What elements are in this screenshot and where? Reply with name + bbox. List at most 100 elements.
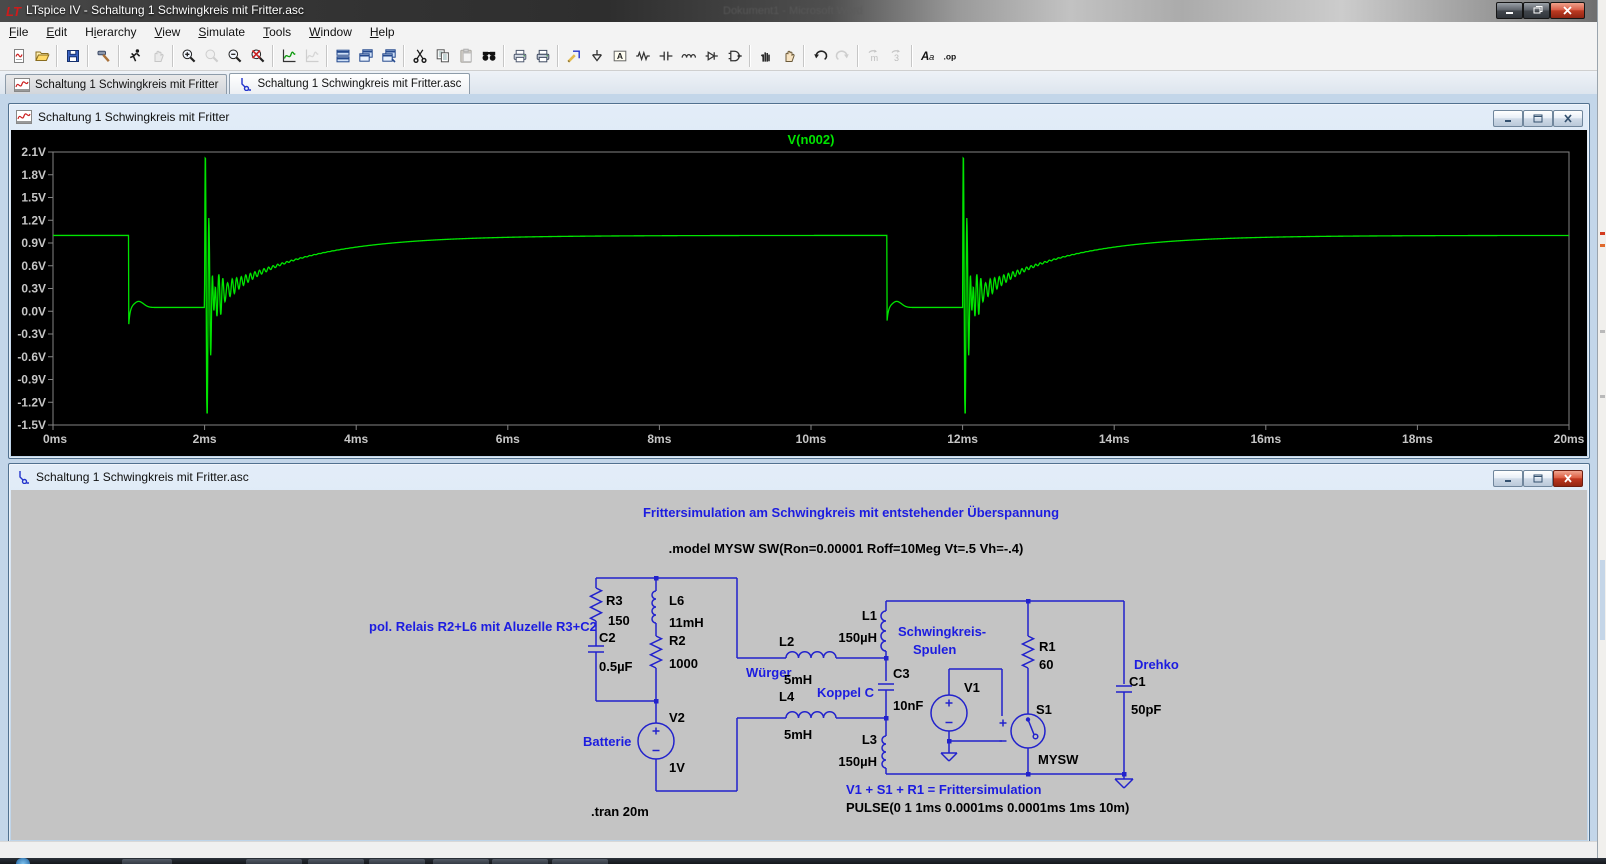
menu-view[interactable]: View [146,23,190,41]
plot-settings-icon[interactable] [300,44,323,68]
ground-icon[interactable] [585,44,608,68]
zoom-pan-icon[interactable] [200,44,223,68]
background-mark [1600,244,1605,247]
menu-edit[interactable]: Edit [37,23,76,41]
taskbar-button[interactable] [122,859,172,864]
inductor-icon[interactable] [677,44,700,68]
print-preview-icon[interactable] [508,44,531,68]
menu-help[interactable]: Help [361,23,404,41]
mark-em-icon[interactable]: m [862,44,885,68]
tab-schematic[interactable]: Schaltung 1 Schwingkreis mit Fritter.asc [229,73,470,94]
taskbar-button[interactable] [369,859,425,864]
schematic-svg: Frittersimulation am Schwingkreis mit en… [11,490,1587,840]
zoom-in-icon[interactable] [177,44,200,68]
paste-icon[interactable] [454,44,477,68]
inductor-l1[interactable] [881,611,886,651]
run-icon[interactable] [123,44,146,68]
wire-icon[interactable] [562,44,585,68]
taskbar-button[interactable] [246,859,302,864]
diode-icon[interactable] [700,44,723,68]
resistor-r3[interactable] [591,588,602,621]
mark-e3-icon[interactable]: 3 [885,44,908,68]
zoom-out-icon[interactable] [223,44,246,68]
inductor-l4[interactable] [786,712,836,718]
waveform-window-titlebar: Schaltung 1 Schwingkreis mit Fritter [9,104,1589,129]
trace-label[interactable]: V(n002) [788,132,835,147]
close-icon[interactable] [1553,470,1583,487]
toolbar-group [328,44,403,68]
undo-icon[interactable] [808,44,831,68]
move-icon[interactable] [777,44,800,68]
y-tick-label: -0.9V [17,373,46,387]
minimize-button[interactable] [1493,470,1523,487]
inductor-l2[interactable] [786,652,836,658]
trace-vn002[interactable] [53,158,1569,413]
resistor-icon[interactable] [631,44,654,68]
y-tick-label: -1.2V [17,395,46,409]
background-mark [1600,395,1605,398]
menu-file[interactable]: File [0,23,37,41]
menu-tools[interactable]: Tools [254,23,300,41]
resistor-r2[interactable] [651,636,662,668]
restore-button[interactable] [1523,2,1550,19]
redo-icon[interactable] [831,44,854,68]
menu-window[interactable]: Window [300,23,361,41]
menu-simulate[interactable]: Simulate [189,23,254,41]
minimize-button[interactable] [1493,110,1523,127]
taskbar-button[interactable] [552,859,608,864]
inductor-l6[interactable] [652,591,656,623]
tile-windows-icon[interactable] [331,44,354,68]
taskbar-button[interactable] [433,859,489,864]
cascade-windows-icon[interactable] [354,44,377,68]
maximize-button[interactable] [1523,470,1553,487]
minimize-button[interactable] [1496,2,1523,19]
halt-icon[interactable] [146,44,169,68]
inductor-l3[interactable] [882,736,886,768]
close-button[interactable] [1550,2,1585,19]
taskbar-button[interactable] [492,859,548,864]
x-tick-label: 8ms [647,432,671,446]
copy-icon[interactable] [431,44,454,68]
label-v2: V2 [669,710,685,725]
arrange-windows-icon[interactable] [377,44,400,68]
capacitor-icon[interactable] [654,44,677,68]
tab-bar: Schaltung 1 Schwingkreis mit Fritter Sch… [0,71,1597,94]
control-panel-icon[interactable] [92,44,115,68]
background-mark [1600,560,1605,640]
start-button[interactable] [16,858,30,864]
zoom-extents-icon[interactable] [246,44,269,68]
toolbar-group [805,44,857,68]
schematic-icon [238,77,252,91]
waveform-plot-area[interactable]: 2.1V1.8V1.5V1.2V0.9V0.6V0.3V0.0V-0.3V-0.… [11,130,1587,456]
model-directive: .model MYSW SW(Ron=0.00001 Roff=10Meg Vt… [669,541,1024,556]
svg-text:.op: .op [943,52,956,62]
taskbar-button[interactable] [308,859,364,864]
label-l4: L4 [779,689,795,704]
autorange-y-icon[interactable] [277,44,300,68]
schematic-canvas[interactable]: Frittersimulation am Schwingkreis mit en… [11,490,1587,840]
windows-taskbar[interactable] [0,858,1606,864]
svg-text:a: a [929,52,934,63]
maximize-button[interactable] [1523,110,1553,127]
spice-directive-icon[interactable]: .op [939,44,962,68]
drag-icon[interactable] [754,44,777,68]
close-icon[interactable] [1553,110,1583,127]
resistor-r1[interactable] [1023,636,1034,668]
toolbar-group [89,44,118,68]
label-l3: L3 [862,732,877,747]
text-icon[interactable]: Aa [916,44,939,68]
open-icon[interactable] [30,44,53,68]
toolbar: Am3 Aa .op [0,42,1597,71]
cut-icon[interactable] [408,44,431,68]
find-icon[interactable] [477,44,500,68]
print-icon[interactable] [531,44,554,68]
save-icon[interactable] [61,44,84,68]
component-icon[interactable] [723,44,746,68]
new-schematic-icon[interactable] [7,44,30,68]
label-c2: C2 [599,630,616,645]
menu-hierarchy[interactable]: Hierarchy [76,23,145,41]
tab-waveform[interactable]: Schaltung 1 Schwingkreis mit Fritter [5,74,227,94]
ltspice-app: LT LTspice IV - Schaltung 1 Schwingkreis… [0,0,1606,864]
background-mark [1600,330,1605,333]
net-label-icon[interactable]: A [608,44,631,68]
